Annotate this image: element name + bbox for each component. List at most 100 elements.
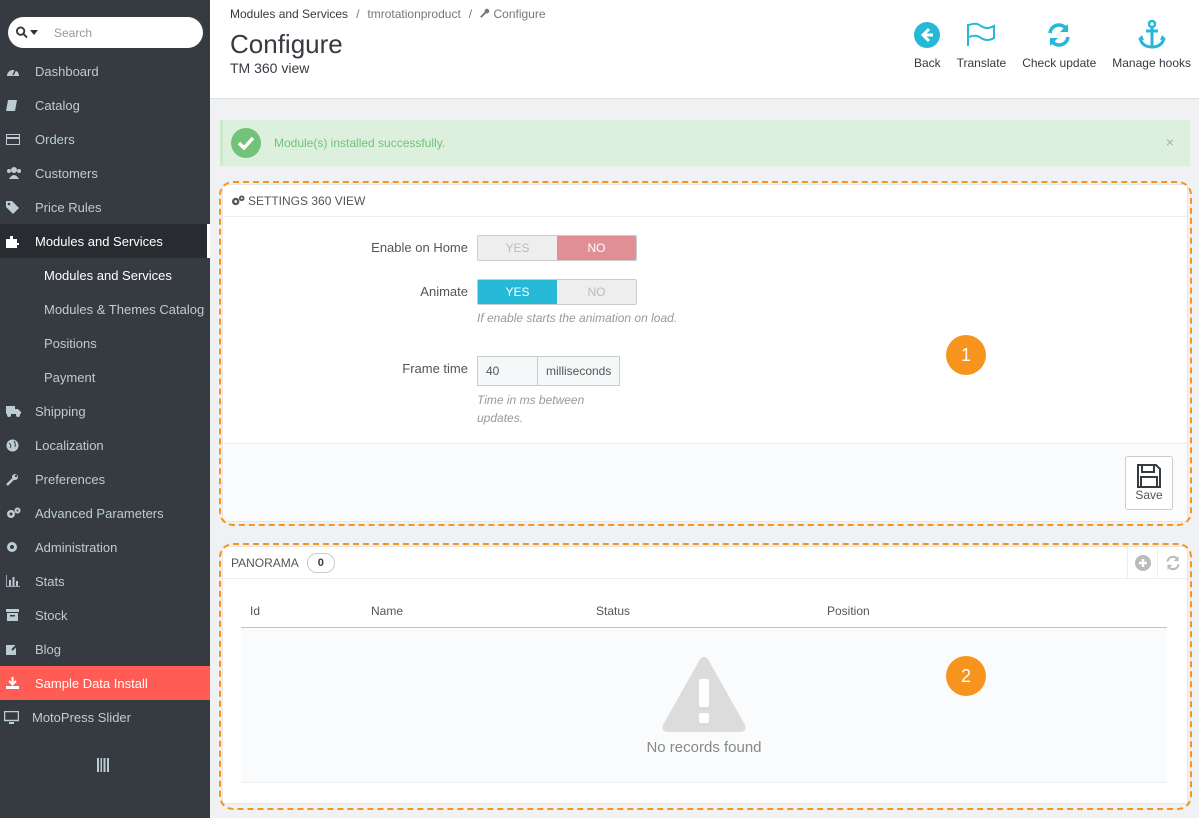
enable-home-no[interactable]: NO (557, 236, 636, 260)
no-records-message: No records found (646, 739, 762, 756)
animate-label: Animate (420, 284, 468, 299)
sidebar-item-stock[interactable]: Stock (0, 598, 210, 632)
sidebar-item-modules[interactable]: Modules and Services (0, 224, 210, 258)
sidebar-item-label: Orders (35, 131, 75, 147)
sidebar-item-advanced-parameters[interactable]: Advanced Parameters (0, 496, 210, 530)
breadcrumb-item-modules[interactable]: Modules and Services (230, 7, 348, 21)
sidebar-item-label: Modules and Services (35, 233, 163, 249)
back-button-label: Back (913, 56, 941, 70)
users-icon (0, 167, 35, 179)
settings-panel: SETTINGS 360 VIEW Enable on Home YES NO … (222, 184, 1188, 522)
column-name[interactable]: Name (371, 604, 403, 618)
column-position[interactable]: Position (827, 604, 870, 618)
breadcrumb: Modules and Services / tmrotationproduct… (230, 7, 546, 21)
sidebar-subitem-modules-services[interactable]: Modules and Services (0, 258, 210, 292)
globe-icon (0, 439, 35, 452)
save-button[interactable]: Save (1125, 456, 1173, 510)
archive-icon (0, 609, 35, 621)
sidebar-item-label: Stock (35, 607, 68, 623)
animate-switch[interactable]: YES NO (477, 279, 637, 305)
sidebar-item-localization[interactable]: Localization (0, 428, 210, 462)
frame-time-label: Frame time (402, 361, 468, 376)
frame-time-input[interactable] (478, 357, 538, 385)
sidebar-subitem-payment[interactable]: Payment (0, 360, 210, 394)
save-icon (1137, 464, 1161, 488)
add-new-button[interactable] (1127, 547, 1157, 579)
sidebar-item-label: Preferences (35, 471, 106, 487)
sidebar-item-label: Administration (35, 539, 118, 555)
sidebar-item-motopress-slider[interactable]: MotoPress Slider (0, 700, 210, 734)
refresh-icon (1165, 555, 1180, 571)
chevron-down-icon (30, 30, 38, 35)
translate-button-label: Translate (956, 56, 1007, 70)
sidebar-item-dashboard[interactable]: Dashboard (0, 54, 210, 88)
sidebar-item-price-rules[interactable]: Price Rules (0, 190, 210, 224)
sidebar-subitem-label: Modules & Themes Catalog (44, 301, 205, 317)
breadcrumb-item-module[interactable]: tmrotationproduct (367, 7, 460, 21)
sidebar-item-catalog[interactable]: Catalog (0, 88, 210, 122)
back-button[interactable]: Back (906, 20, 949, 70)
sidebar-subitem-themes-catalog[interactable]: Modules & Themes Catalog (0, 292, 210, 326)
sidebar-item-label: Dashboard (35, 63, 99, 79)
check-update-button[interactable]: Check update (1014, 20, 1104, 70)
panorama-panel-title: PANORAMA (231, 555, 299, 570)
count-badge: 0 (306, 552, 335, 573)
settings-panel-footer: Save (223, 443, 1187, 521)
sidebar-item-label: Blog (35, 641, 62, 657)
download-icon (0, 677, 35, 689)
search-input[interactable] (54, 25, 184, 40)
manage-hooks-button[interactable]: Manage hooks (1104, 20, 1199, 70)
column-status[interactable]: Status (596, 604, 630, 618)
bar-chart-icon (0, 575, 35, 587)
refresh-list-button[interactable] (1157, 547, 1187, 579)
puzzle-icon (0, 235, 35, 248)
sidebar-item-stats[interactable]: Stats (0, 564, 210, 598)
breadcrumb-item-configure: Configure (480, 7, 546, 21)
desktop-icon (0, 710, 32, 724)
animate-yes[interactable]: YES (478, 280, 557, 304)
tachometer-icon (0, 65, 35, 77)
sidebar-subitem-label: Positions (44, 335, 97, 351)
annotation-marker-2: 2 (946, 656, 986, 696)
settings-panel-title: SETTINGS 360 VIEW (248, 193, 366, 208)
table-header: Id Name Status Position (241, 595, 1167, 628)
column-id[interactable]: Id (250, 604, 260, 618)
enable-home-yes[interactable]: YES (478, 236, 557, 260)
sidebar-subitem-positions[interactable]: Positions (0, 326, 210, 360)
sidebar-item-customers[interactable]: Customers (0, 156, 210, 190)
collapse-menu-icon[interactable] (97, 758, 109, 775)
sidebar-item-label: Advanced Parameters (35, 505, 164, 521)
edit-icon (0, 642, 35, 656)
panorama-panel-heading: PANORAMA 0 (223, 547, 1187, 579)
enable-home-label: Enable on Home (371, 240, 468, 255)
cogs-icon (232, 194, 245, 205)
page-header: Modules and Services / tmrotationproduct… (210, 0, 1199, 99)
sidebar-item-label: Price Rules (35, 199, 102, 215)
sidebar-item-preferences[interactable]: Preferences (0, 462, 210, 496)
breadcrumb-separator: / (356, 7, 360, 21)
alert-message: Module(s) installed successfully. (274, 136, 446, 150)
search-icon[interactable] (16, 26, 38, 39)
arrow-left-circle-icon (914, 20, 941, 50)
anchor-icon (1137, 20, 1167, 50)
close-icon[interactable]: × (1166, 134, 1174, 150)
cogs-icon (0, 507, 35, 520)
plus-circle-icon (1134, 555, 1151, 571)
credit-card-icon (0, 133, 35, 145)
sidebar-item-label: Sample Data Install (35, 675, 148, 691)
annotation-marker-1: 1 (946, 335, 986, 375)
sidebar-item-shipping[interactable]: Shipping (0, 394, 210, 428)
sidebar-item-administration[interactable]: Administration (0, 530, 210, 564)
translate-button[interactable]: Translate (949, 20, 1015, 70)
frame-time-unit: milliseconds (538, 357, 620, 385)
sidebar-item-orders[interactable]: Orders (0, 122, 210, 156)
sidebar-item-label: Shipping (35, 403, 86, 419)
page-title: Configure (230, 29, 343, 59)
search-box[interactable] (8, 17, 203, 48)
sidebar-item-sample-data-install[interactable]: Sample Data Install (0, 666, 210, 700)
animate-no[interactable]: NO (557, 280, 636, 304)
sidebar-item-label: Localization (35, 437, 104, 453)
tags-icon (0, 200, 35, 214)
sidebar-item-blog[interactable]: Blog (0, 632, 210, 666)
enable-home-switch[interactable]: YES NO (477, 235, 637, 261)
